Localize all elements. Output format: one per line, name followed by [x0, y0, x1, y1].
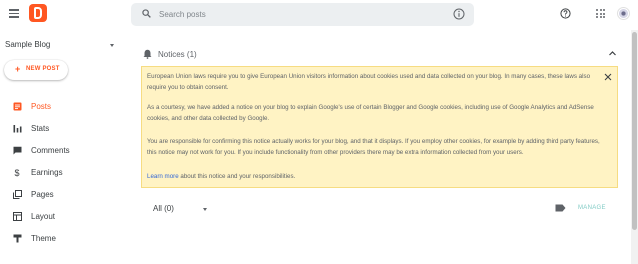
- blog-name: Sample Blog: [5, 40, 51, 49]
- notices-header[interactable]: Notices (1): [127, 44, 627, 64]
- filter-label: All (0): [153, 204, 174, 213]
- search-icon[interactable]: [142, 9, 151, 18]
- cookie-notice: European Union laws require you to give …: [141, 66, 618, 188]
- sidebar-item-layout[interactable]: Layout: [0, 206, 127, 228]
- sidebar-item-theme[interactable]: Theme: [0, 228, 127, 250]
- apps-grid-icon[interactable]: [596, 9, 605, 18]
- earnings-icon: $: [15, 168, 20, 177]
- comments-icon: [13, 146, 22, 155]
- chevron-up-icon[interactable]: [608, 49, 617, 58]
- close-icon[interactable]: [604, 73, 612, 81]
- new-post-label: NEW POST: [26, 66, 60, 72]
- scrollbar[interactable]: [631, 30, 638, 264]
- sidebar-item-posts[interactable]: Posts: [0, 96, 127, 118]
- blog-selector[interactable]: Sample Blog: [5, 40, 50, 49]
- plus-icon: +: [15, 64, 21, 74]
- blogger-logo[interactable]: [29, 4, 47, 22]
- svg-text:$: $: [15, 168, 20, 177]
- sidebar-item-stats[interactable]: Stats: [0, 118, 127, 140]
- sidebar: Sample Blog + NEW POST Posts Stats Comme…: [0, 30, 127, 264]
- scrollbar-thumb[interactable]: [632, 32, 637, 230]
- sidebar-item-pages[interactable]: Pages: [0, 184, 127, 206]
- notice-paragraph: Learn more about this notice and your re…: [147, 171, 602, 182]
- sidebar-item-label: Layout: [31, 212, 56, 221]
- bell-icon: [143, 49, 152, 59]
- stats-icon: [13, 125, 22, 133]
- notice-paragraph: You are responsible for confirming this …: [147, 138, 600, 156]
- post-filter-dropdown[interactable]: All (0): [153, 202, 213, 216]
- notice-text: about this notice and your responsibilit…: [178, 173, 296, 180]
- search-input[interactable]: [159, 3, 439, 26]
- pages-icon: [13, 190, 22, 199]
- hamburger-menu-icon[interactable]: [9, 9, 19, 19]
- search-bar: [131, 3, 474, 26]
- label-icon[interactable]: [555, 204, 566, 212]
- help-icon[interactable]: [560, 8, 571, 19]
- notice-paragraph: European Union laws require you to give …: [147, 73, 591, 91]
- sidebar-item-label: Theme: [31, 234, 56, 243]
- sidebar-item-comments[interactable]: Comments: [0, 140, 127, 162]
- sidebar-item-label: Posts: [31, 102, 52, 111]
- chevron-down-icon[interactable]: [110, 44, 114, 47]
- new-post-button[interactable]: + NEW POST: [4, 60, 68, 80]
- chevron-down-icon: [203, 208, 207, 211]
- avatar[interactable]: [617, 7, 630, 20]
- sidebar-item-label: Stats: [31, 124, 50, 133]
- sidebar-item-label: Earnings: [31, 168, 63, 177]
- sidebar-item-label: Pages: [31, 190, 54, 199]
- info-icon[interactable]: [453, 8, 465, 20]
- sidebar-item-earnings[interactable]: $ Earnings: [0, 162, 127, 184]
- main-content: Notices (1) European Union laws require …: [127, 30, 638, 264]
- sidebar-item-label: Comments: [31, 146, 70, 155]
- posts-icon: [13, 102, 22, 111]
- learn-more-link[interactable]: Learn more: [147, 173, 179, 180]
- theme-icon: [13, 234, 22, 243]
- layout-icon: [13, 212, 22, 221]
- manage-button[interactable]: MANAGE: [578, 205, 606, 211]
- notice-paragraph: As a courtesy, we have added a notice on…: [147, 104, 594, 122]
- top-bar: [0, 0, 638, 30]
- notices-title: Notices (1): [158, 50, 197, 59]
